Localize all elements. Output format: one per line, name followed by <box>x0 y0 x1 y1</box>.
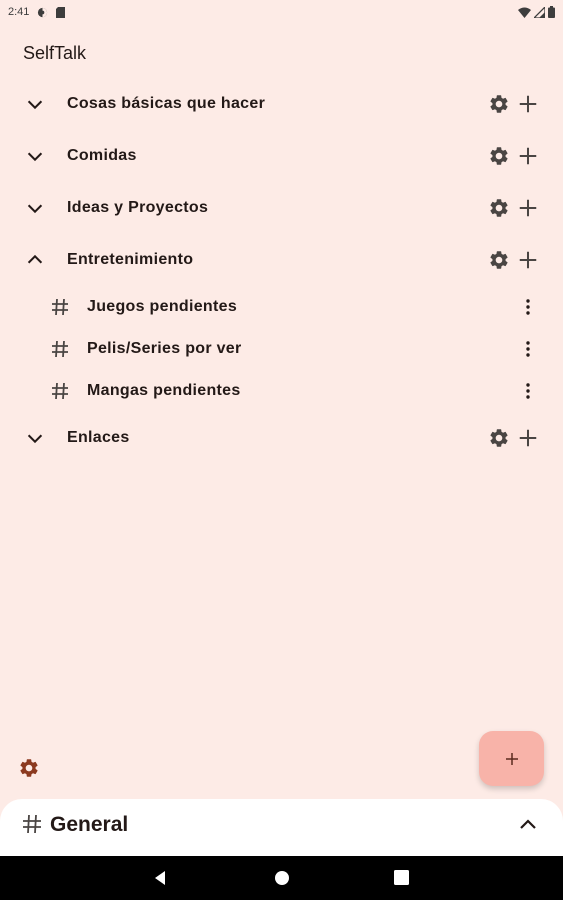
category-row[interactable]: Ideas y Proyectos <box>0 182 563 234</box>
gear-icon[interactable] <box>488 427 510 449</box>
channel-label: Pelis/Series por ver <box>87 340 242 357</box>
category-label: Entretenimiento <box>67 251 194 268</box>
bottom-sheet[interactable]: General <box>0 799 563 856</box>
category-label: Comidas <box>67 147 137 164</box>
hash-icon <box>52 298 68 316</box>
plus-icon[interactable] <box>517 427 539 449</box>
more-vert-icon[interactable] <box>518 381 538 401</box>
channel-item[interactable]: Juegos pendientes <box>0 286 563 328</box>
status-bar: 2:41 <box>0 0 563 24</box>
wifi-icon <box>518 7 531 18</box>
category-label: Enlaces <box>67 429 130 446</box>
chevron-up-icon[interactable] <box>24 249 46 271</box>
category-row[interactable]: Entretenimiento <box>0 234 563 286</box>
back-icon[interactable] <box>151 869 169 887</box>
more-vert-icon[interactable] <box>518 339 538 359</box>
gear-icon[interactable] <box>488 197 510 219</box>
category-label: Ideas y Proyectos <box>67 199 209 216</box>
category-row[interactable]: Comidas <box>0 130 563 182</box>
category-row[interactable]: Cosas básicas que hacer <box>0 78 563 130</box>
chevron-down-icon[interactable] <box>24 197 46 219</box>
signal-icon <box>534 6 545 18</box>
category-list: Cosas básicas que hacer Comidas Ideas y … <box>0 78 563 464</box>
chevron-down-icon[interactable] <box>24 427 46 449</box>
settings-gear-icon[interactable] <box>18 757 40 779</box>
hash-icon <box>52 340 68 358</box>
gear-icon[interactable] <box>488 249 510 271</box>
recents-icon[interactable] <box>394 870 409 885</box>
more-vert-icon[interactable] <box>518 297 538 317</box>
gear-icon[interactable] <box>488 145 510 167</box>
chevron-up-icon[interactable] <box>516 813 540 837</box>
app-title: SelfTalk <box>23 43 87 63</box>
battery-icon <box>548 6 555 18</box>
home-icon[interactable] <box>274 870 290 886</box>
channel-item[interactable]: Pelis/Series por ver <box>0 328 563 370</box>
status-time: 2:41 <box>8 6 30 18</box>
plus-icon[interactable] <box>517 93 539 115</box>
channel-item[interactable]: Mangas pendientes <box>0 370 563 412</box>
hash-icon <box>52 382 68 400</box>
add-fab-button[interactable] <box>479 731 544 786</box>
category-row[interactable]: Enlaces <box>0 412 563 464</box>
sd-card-icon <box>56 6 66 18</box>
plus-icon <box>505 752 518 765</box>
chevron-down-icon[interactable] <box>24 93 46 115</box>
bottom-sheet-title: General <box>50 813 129 836</box>
vpn-icon <box>38 7 48 17</box>
chevron-down-icon[interactable] <box>24 145 46 167</box>
hash-icon <box>23 814 41 834</box>
plus-icon[interactable] <box>517 249 539 271</box>
plus-icon[interactable] <box>517 145 539 167</box>
channel-label: Mangas pendientes <box>87 382 241 399</box>
category-label: Cosas básicas que hacer <box>67 95 266 112</box>
plus-icon[interactable] <box>517 197 539 219</box>
channel-label: Juegos pendientes <box>87 298 238 315</box>
system-navigation-bar <box>0 856 563 900</box>
gear-icon[interactable] <box>488 93 510 115</box>
